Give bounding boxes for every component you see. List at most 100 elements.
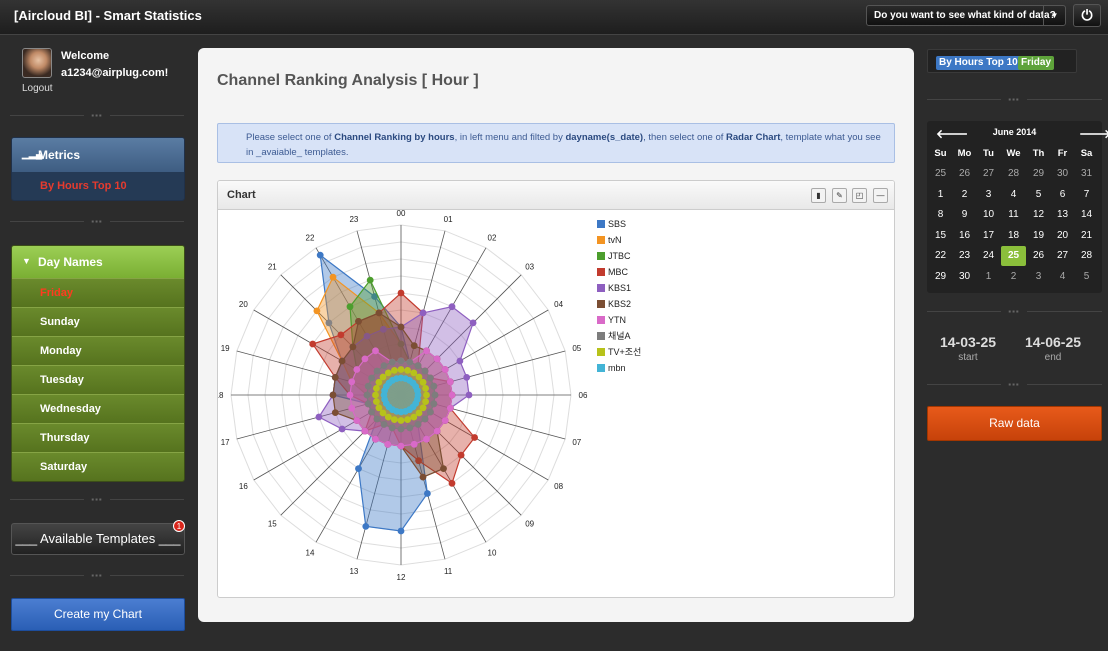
calendar-day[interactable]: 10 (976, 205, 1001, 225)
raw-data-button[interactable]: Raw data (927, 406, 1102, 441)
day-item-friday[interactable]: Friday (12, 278, 184, 307)
calendar-day[interactable]: 14 (1074, 205, 1099, 225)
divider: ▪▪▪ (927, 308, 1102, 316)
calendar-day[interactable]: 22 (928, 246, 953, 266)
calendar-day[interactable]: 4 (1050, 267, 1075, 287)
legend-item[interactable]: TV+조선 (597, 347, 641, 363)
create-chart-button[interactable]: Create my Chart (11, 598, 185, 631)
legend-item[interactable]: YTN (597, 315, 641, 331)
legend-label: YTN (608, 315, 626, 325)
calendar-day[interactable]: 19 (1026, 226, 1051, 246)
calendar-day[interactable]: 25 (928, 164, 953, 184)
calendar-day[interactable]: 20 (1050, 226, 1075, 246)
calendar-day[interactable]: 17 (976, 226, 1001, 246)
calendar-day[interactable]: 3 (976, 185, 1001, 205)
calendar-day[interactable]: 8 (928, 205, 953, 225)
axis-tick-label: 15 (268, 520, 277, 529)
legend-item[interactable]: KBS1 (597, 283, 641, 299)
legend-item[interactable]: SBS (597, 219, 641, 235)
data-point (397, 417, 405, 424)
divider: ▪▪▪ (10, 218, 184, 226)
calendar-day[interactable]: 28 (1074, 246, 1099, 266)
data-point (380, 421, 388, 428)
calendar-day[interactable]: 29 (928, 267, 953, 287)
calendar-day[interactable]: 5 (1026, 185, 1051, 205)
calendar-day[interactable]: 4 (1001, 185, 1026, 205)
data-type-dropdown[interactable]: Do you want to see what kind of data? ▼ (866, 5, 1066, 26)
weekday-header: Fr (1057, 148, 1068, 159)
calendar-day[interactable]: 7 (1074, 185, 1099, 205)
data-point (373, 398, 380, 405)
calendar-day[interactable]: 2 (1001, 267, 1026, 287)
legend-item[interactable]: MBC (597, 267, 641, 283)
calendar-day[interactable]: 16 (952, 226, 977, 246)
logout-link[interactable]: Logout (22, 83, 53, 94)
calendar-day[interactable]: 27 (1050, 246, 1075, 266)
chart-header: Chart ▮ ✎ ◰ — (218, 181, 894, 210)
edit-icon[interactable]: ✎ (832, 188, 847, 203)
calendar-day[interactable]: 2 (952, 185, 977, 205)
calendar-day[interactable]: 6 (1050, 185, 1075, 205)
calendar-day[interactable]: 26 (952, 164, 977, 184)
day-item-sunday[interactable]: Sunday (12, 307, 184, 336)
expand-icon[interactable]: ◰ (852, 188, 867, 203)
axis-tick-label: 03 (525, 262, 534, 271)
day-item-wednesday[interactable]: Wednesday (12, 394, 184, 423)
day-item-saturday[interactable]: Saturday (12, 452, 184, 481)
calendar-day[interactable]: 12 (1026, 205, 1051, 225)
calendar-day[interactable]: 13 (1050, 205, 1075, 225)
calendar-day[interactable]: 30 (1050, 164, 1075, 184)
calendar-day[interactable]: 3 (1026, 267, 1051, 287)
minimize-icon[interactable]: — (873, 188, 888, 203)
welcome-text: Welcome (61, 50, 110, 62)
data-point (441, 417, 449, 424)
calendar-day[interactable]: 30 (952, 267, 977, 287)
legend-item[interactable]: tvN (597, 235, 641, 251)
data-point (423, 391, 430, 399)
available-templates-button[interactable]: ___ Available Templates ___ (11, 523, 185, 555)
power-icon[interactable]: ⏻ (1073, 4, 1101, 27)
calendar-day[interactable]: 21 (1074, 226, 1099, 246)
legend-item[interactable]: KBS2 (597, 299, 641, 315)
legend-item[interactable]: mbn (597, 363, 641, 379)
day-names-header[interactable]: ▼ Day Names (12, 246, 184, 278)
weekday-header: We (1006, 148, 1021, 159)
calendar-day[interactable]: 26 (1026, 246, 1051, 266)
data-point (397, 366, 405, 373)
calendar-day[interactable]: 29 (1026, 164, 1051, 184)
caret-down-icon[interactable]: ▼ (1043, 6, 1065, 25)
legend-item[interactable]: 채널A (597, 331, 641, 347)
data-point (448, 303, 456, 311)
legend-item[interactable]: JTBC (597, 251, 641, 267)
calendar-day[interactable]: 25 (1001, 246, 1026, 266)
calendar-day[interactable]: 28 (1001, 164, 1026, 184)
calendar-day[interactable]: 24 (976, 246, 1001, 266)
calendar-day[interactable]: 11 (1001, 205, 1026, 225)
calendar-day[interactable]: 1 (976, 267, 1001, 287)
axis-tick-label: 22 (306, 233, 315, 242)
metrics-header[interactable]: ▁▂▄ Metrics (12, 138, 184, 172)
calendar-day[interactable]: 9 (952, 205, 977, 225)
metric-item-by-hours[interactable]: By Hours Top 10 (12, 172, 184, 200)
data-point (422, 398, 429, 405)
calendar-day[interactable]: 18 (1001, 226, 1026, 246)
day-item-tuesday[interactable]: Tuesday (12, 365, 184, 394)
axis-tick-label: 18 (218, 391, 224, 400)
filter-icon: ▼ (22, 256, 31, 266)
day-item-monday[interactable]: Monday (12, 336, 184, 365)
data-point (423, 435, 430, 443)
data-point (406, 358, 414, 366)
filter-tags: By Hours Top 10 Friday (927, 49, 1077, 73)
calendar-day[interactable]: 31 (1074, 164, 1099, 184)
calendar-day[interactable]: 5 (1074, 267, 1099, 287)
calendar-day[interactable]: 1 (928, 185, 953, 205)
axis-tick-label: 16 (239, 482, 248, 491)
axis-tick-label: 04 (554, 300, 563, 309)
calendar-day[interactable]: 23 (952, 246, 977, 266)
calendar-day[interactable]: 15 (928, 226, 953, 246)
trash-icon[interactable]: ▮ (811, 188, 826, 203)
data-point (364, 382, 372, 390)
arrow-right-icon[interactable]: 🡒 (1079, 126, 1108, 141)
calendar-day[interactable]: 27 (976, 164, 1001, 184)
day-item-thursday[interactable]: Thursday (12, 423, 184, 452)
